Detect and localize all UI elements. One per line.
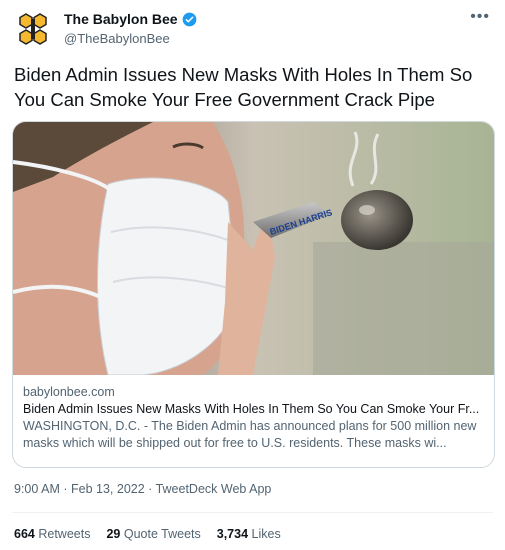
verified-badge-icon — [182, 12, 196, 26]
retweets-label: Retweets — [38, 527, 91, 541]
account-name[interactable]: The Babylon Bee — [64, 11, 178, 27]
likes-count: 3,734 — [216, 527, 249, 541]
tweet-text: Biden Admin Issues New Masks With Holes … — [14, 64, 473, 110]
engagement-stats: 664 Retweets 29 Quote Tweets 3,734 Likes — [14, 527, 281, 541]
retweets-stat[interactable]: 664 Retweets — [14, 527, 90, 541]
card-domain: babylonbee.com — [23, 385, 115, 399]
meta-separator: · — [63, 482, 71, 496]
link-card[interactable]: BIDEN HARRIS babylonbee.com Biden Admin … — [12, 121, 495, 468]
more-options-icon[interactable]: ••• — [470, 8, 490, 26]
card-description: WASHINGTON, D.C. - The Biden Admin has a… — [23, 419, 477, 450]
avatar[interactable] — [14, 10, 52, 48]
tweet-time[interactable]: 9:00 AM — [14, 482, 60, 496]
quote-tweets-stat[interactable]: 29 Quote Tweets — [106, 527, 200, 541]
meta-separator: · — [148, 482, 156, 496]
account-info[interactable]: The Babylon Bee @TheBabylonBee — [64, 11, 197, 46]
account-handle[interactable]: @TheBabylonBee — [64, 31, 197, 46]
retweets-count: 664 — [14, 527, 35, 541]
quotes-count: 29 — [106, 527, 121, 541]
divider — [12, 512, 493, 513]
tweet-date[interactable]: Feb 13, 2022 — [71, 482, 145, 496]
babylon-bee-logo-icon — [19, 13, 47, 45]
tweet-source[interactable]: TweetDeck Web App — [156, 482, 272, 496]
quotes-label: Quote Tweets — [123, 527, 201, 541]
card-image: BIDEN HARRIS — [13, 122, 494, 375]
tweet-header: The Babylon Bee @TheBabylonBee ••• — [14, 8, 492, 48]
card-title: Biden Admin Issues New Masks With Holes … — [23, 402, 480, 416]
likes-stat[interactable]: 3,734 Likes — [217, 527, 281, 541]
likes-label: Likes — [251, 527, 281, 541]
tweet-meta: 9:00 AM · Feb 13, 2022 · TweetDeck Web A… — [14, 482, 271, 496]
